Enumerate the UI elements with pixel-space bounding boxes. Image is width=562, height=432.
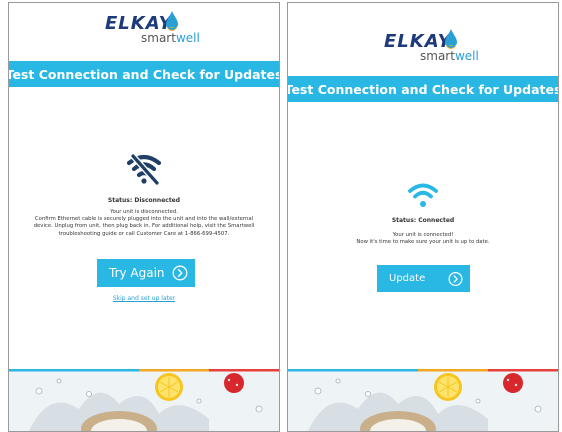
page-title: Test Connection and Check for Updates (288, 76, 558, 102)
status-label: Status: Disconnected (107, 197, 181, 204)
message-line: Confirm Ethernet cable is securely plugg… (34, 216, 254, 223)
message-line: Now it's time to make sure your unit is … (356, 239, 490, 246)
update-button[interactable]: Update (377, 265, 470, 292)
status-message: Your unit is disconnected. Confirm Ether… (17, 209, 271, 238)
logo-smartwell-text: smartwell (420, 49, 479, 63)
app-composite: ELKAY smartwell Test Connection and Chec… (0, 0, 562, 432)
message-line: device. Unplug from unit, then plug back… (33, 223, 255, 230)
update-label: Update (389, 273, 426, 284)
status-message: Your unit is connected! Now it's time to… (296, 232, 550, 246)
logo-smart-part: smart (420, 49, 455, 63)
fruit-splash-image (288, 369, 558, 431)
logo-well-part: well (454, 49, 479, 63)
message-line: Your unit is disconnected. (110, 209, 178, 215)
water-drop-icon (166, 11, 178, 31)
logo-well-part: well (175, 31, 200, 45)
elkay-smartwell-logo: ELKAY smartwell (9, 11, 279, 53)
logo-smartwell-text: smartwell (141, 31, 200, 45)
chevron-right-circle-icon (448, 271, 463, 286)
message-line: troubleshooting guide or call Customer C… (58, 230, 230, 237)
skip-setup-link[interactable]: Skip and set up later (9, 295, 279, 302)
status-label: Status: Connected (391, 217, 455, 224)
try-again-label: Try Again (109, 266, 165, 280)
logo-smart-part: smart (141, 31, 176, 45)
page-title: Test Connection and Check for Updates (9, 61, 279, 87)
screen-connected: ELKAY smartwell Test Connection and Chec… (287, 2, 559, 432)
water-drop-icon (445, 29, 457, 49)
fruit-splash-image (9, 369, 279, 431)
wifi-off-icon (9, 153, 279, 189)
screen-disconnected: ELKAY smartwell Test Connection and Chec… (8, 2, 280, 432)
try-again-button[interactable]: Try Again (97, 259, 195, 287)
message-line: Your unit is connected! (392, 232, 454, 238)
chevron-right-circle-icon (172, 265, 188, 281)
elkay-smartwell-logo: ELKAY smartwell (288, 29, 558, 71)
wifi-connected-icon (288, 181, 558, 213)
